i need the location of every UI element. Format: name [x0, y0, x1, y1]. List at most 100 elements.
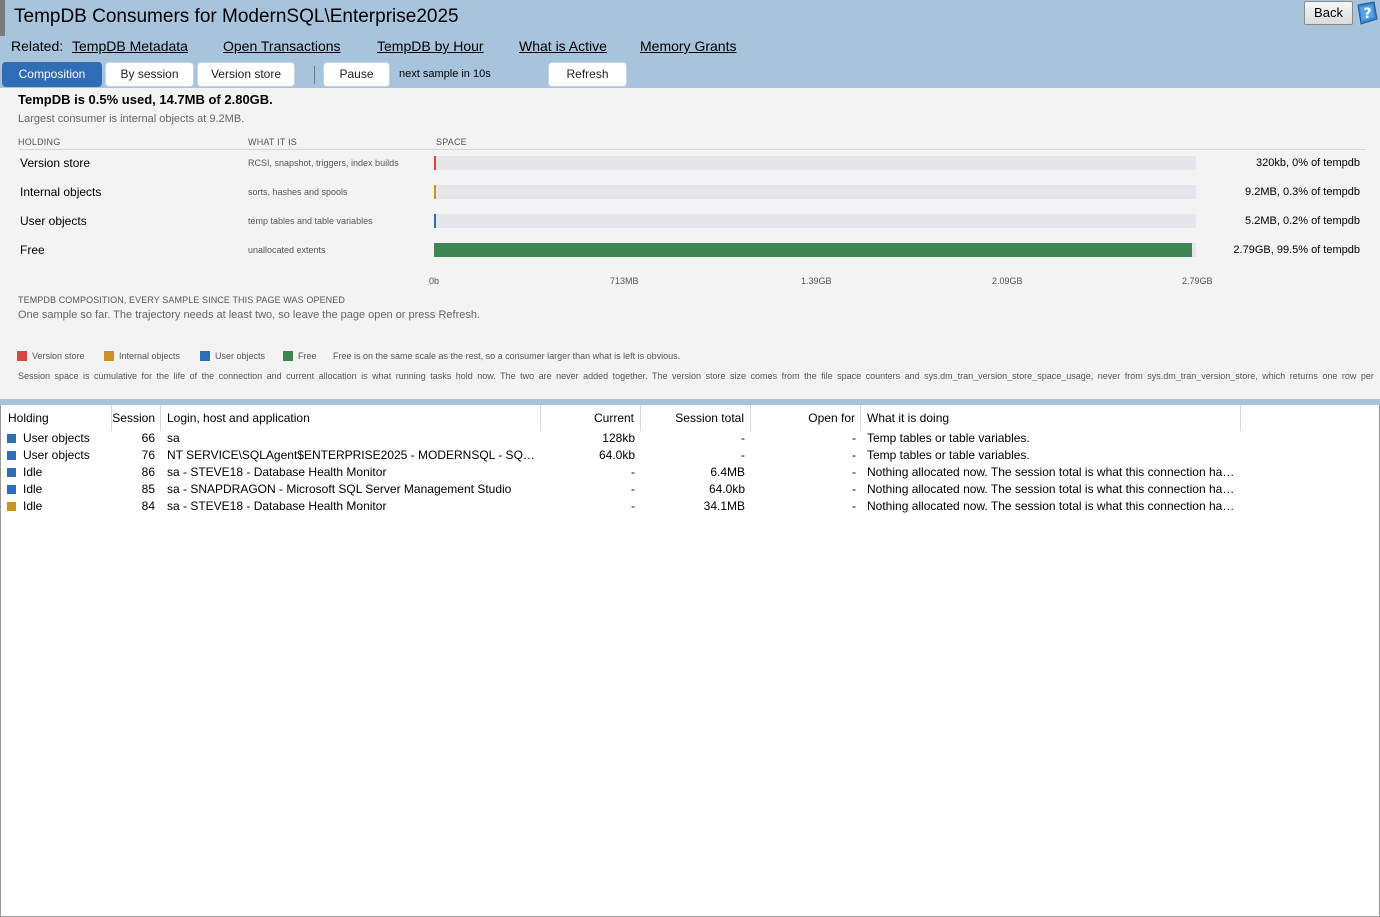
legend-label-version-store: Version store	[32, 351, 85, 361]
tab-by-session[interactable]: By session	[105, 62, 194, 87]
next-sample-countdown: next sample in 10s	[399, 68, 491, 80]
one-sample-note: One sample so far. The trajectory needs …	[18, 309, 481, 321]
axis-tick: 1.39GB	[801, 276, 832, 286]
cell-session-total: -	[741, 448, 745, 462]
tab-version-store[interactable]: Version store	[197, 62, 295, 87]
col-header-holding: HOLDING	[18, 137, 61, 147]
legend-label-user-objects: User objects	[215, 351, 266, 361]
cell-open-for: -	[852, 431, 856, 445]
cell-login: sa - SNAPDRAGON - Microsoft SQL Server M…	[167, 482, 512, 496]
col-header-space: SPACE	[436, 137, 467, 147]
grid-header-session-total[interactable]: Session total	[640, 405, 744, 431]
col-header-what-it-is: WHAT IT IS	[248, 137, 298, 147]
cell-session-total: 64.0kb	[708, 482, 745, 496]
cell-session: 66	[141, 431, 155, 445]
cell-current: 64.0kb	[598, 448, 635, 462]
cell-current: 128kb	[602, 431, 635, 445]
bar-version-store	[434, 156, 436, 170]
legend-label-internal-objects: Internal objects	[119, 351, 181, 361]
grid-header-separator[interactable]	[160, 405, 161, 431]
cell-current: -	[631, 465, 635, 479]
bar-track	[434, 185, 1196, 199]
cell-holding: User objects	[23, 431, 90, 445]
refresh-button[interactable]: Refresh	[548, 62, 627, 87]
cell-session-total: 6.4MB	[710, 465, 745, 479]
link-tempdb-by-hour[interactable]: TempDB by Hour	[377, 38, 484, 54]
largest-consumer: Largest consumer is internal objects at …	[18, 113, 245, 125]
cell-session: 84	[141, 499, 155, 513]
cell-what-it-is-doing: Nothing allocated now. The session total…	[867, 482, 1235, 496]
help-icon[interactable]: ?	[1355, 1, 1379, 25]
link-tempdb-metadata[interactable]: TempDB Metadata	[72, 38, 188, 54]
grid-header-holding[interactable]: Holding	[8, 405, 49, 431]
holding-swatch	[7, 451, 16, 460]
cell-open-for: -	[852, 465, 856, 479]
svg-text:?: ?	[1363, 6, 1371, 22]
bar-track	[434, 214, 1196, 228]
row-internal-objects-desc: sorts, hashes and spools	[248, 187, 348, 197]
bar-free	[434, 243, 1192, 257]
bar-track	[434, 156, 1196, 170]
page-title: TempDB Consumers for ModernSQL\Enterpris…	[14, 6, 459, 27]
footnote: Session space is cumulative for the life…	[18, 371, 1378, 381]
legend-swatch-user-objects	[200, 351, 210, 361]
cell-session-total: 34.1MB	[703, 499, 745, 513]
legend-swatch-internal-objects	[104, 351, 114, 361]
toolbar-separator	[314, 66, 315, 84]
legend-swatch-free	[283, 351, 293, 361]
grid-header-open-for[interactable]: Open for	[750, 405, 855, 431]
bar-user-objects	[434, 214, 436, 228]
row-free-name: Free	[20, 243, 45, 257]
axis-tick: 2.09GB	[992, 276, 1023, 286]
cell-holding: Idle	[23, 465, 43, 479]
axis-tick: 2.79GB	[1182, 276, 1213, 286]
row-version-store-name: Version store	[20, 156, 91, 170]
usage-summary: TempDB is 0.5% used, 14.7MB of 2.80GB.	[18, 92, 273, 107]
cell-holding: User objects	[23, 448, 90, 462]
holding-swatch	[7, 434, 16, 443]
grid-header-what-it-is-doing[interactable]: What it is doing	[867, 405, 949, 431]
legend-label-free: Free	[298, 351, 317, 361]
row-free-value: 2.79GB, 99.5% of tempdb	[1233, 244, 1360, 256]
cell-what-it-is-doing: Temp tables or table variables.	[867, 448, 1030, 462]
grid-header-current[interactable]: Current	[540, 405, 634, 431]
related-label: Related:	[11, 38, 64, 54]
cell-current: -	[631, 499, 635, 513]
cell-what-it-is-doing: Temp tables or table variables.	[867, 431, 1030, 445]
tab-composition[interactable]: Composition	[2, 62, 102, 87]
cell-session: 85	[141, 482, 155, 496]
back-button[interactable]: Back	[1304, 1, 1353, 25]
cell-login: sa - STEVE18 - Database Health Monitor	[167, 499, 387, 513]
cell-session-total: -	[741, 431, 745, 445]
row-version-store-value: 320kb, 0% of tempdb	[1256, 157, 1360, 169]
link-open-transactions[interactable]: Open Transactions	[223, 38, 341, 54]
link-memory-grants[interactable]: Memory Grants	[640, 38, 736, 54]
cell-holding: Idle	[23, 499, 43, 513]
cell-what-it-is-doing: Nothing allocated now. The session total…	[867, 465, 1235, 479]
holding-swatch	[7, 468, 16, 477]
cell-session: 86	[141, 465, 155, 479]
grid-header-login[interactable]: Login, host and application	[167, 405, 310, 431]
holding-swatch	[7, 485, 16, 494]
cell-session: 76	[141, 448, 155, 462]
composition-history-heading: TEMPDB COMPOSITION, EVERY SAMPLE SINCE T…	[18, 295, 345, 305]
cell-holding: Idle	[23, 482, 43, 496]
cell-login: NT SERVICE\SQLAgent$ENTERPRISE2025 - MOD…	[167, 448, 537, 462]
row-version-store-desc: RCSI, snapshot, triggers, index builds	[248, 158, 399, 168]
link-what-is-active[interactable]: What is Active	[519, 38, 607, 54]
row-user-objects-desc: temp tables and table variables	[248, 216, 373, 226]
row-internal-objects-name: Internal objects	[20, 185, 102, 199]
cell-current: -	[631, 482, 635, 496]
row-free-desc: unallocated extents	[248, 245, 326, 255]
window-edge	[0, 0, 5, 36]
pause-button[interactable]: Pause	[323, 62, 390, 87]
row-user-objects-value: 5.2MB, 0.2% of tempdb	[1245, 215, 1360, 227]
row-internal-objects-value: 9.2MB, 0.3% of tempdb	[1245, 186, 1360, 198]
grid-header-session[interactable]: Session	[111, 405, 155, 431]
grid-header-separator[interactable]	[860, 405, 861, 431]
cell-what-it-is-doing: Nothing allocated now. The session total…	[867, 499, 1235, 513]
axis-tick: 0b	[429, 276, 440, 286]
grid-header-separator[interactable]	[1240, 405, 1241, 431]
cell-login: sa - STEVE18 - Database Health Monitor	[167, 465, 387, 479]
cell-login: sa	[167, 431, 180, 445]
